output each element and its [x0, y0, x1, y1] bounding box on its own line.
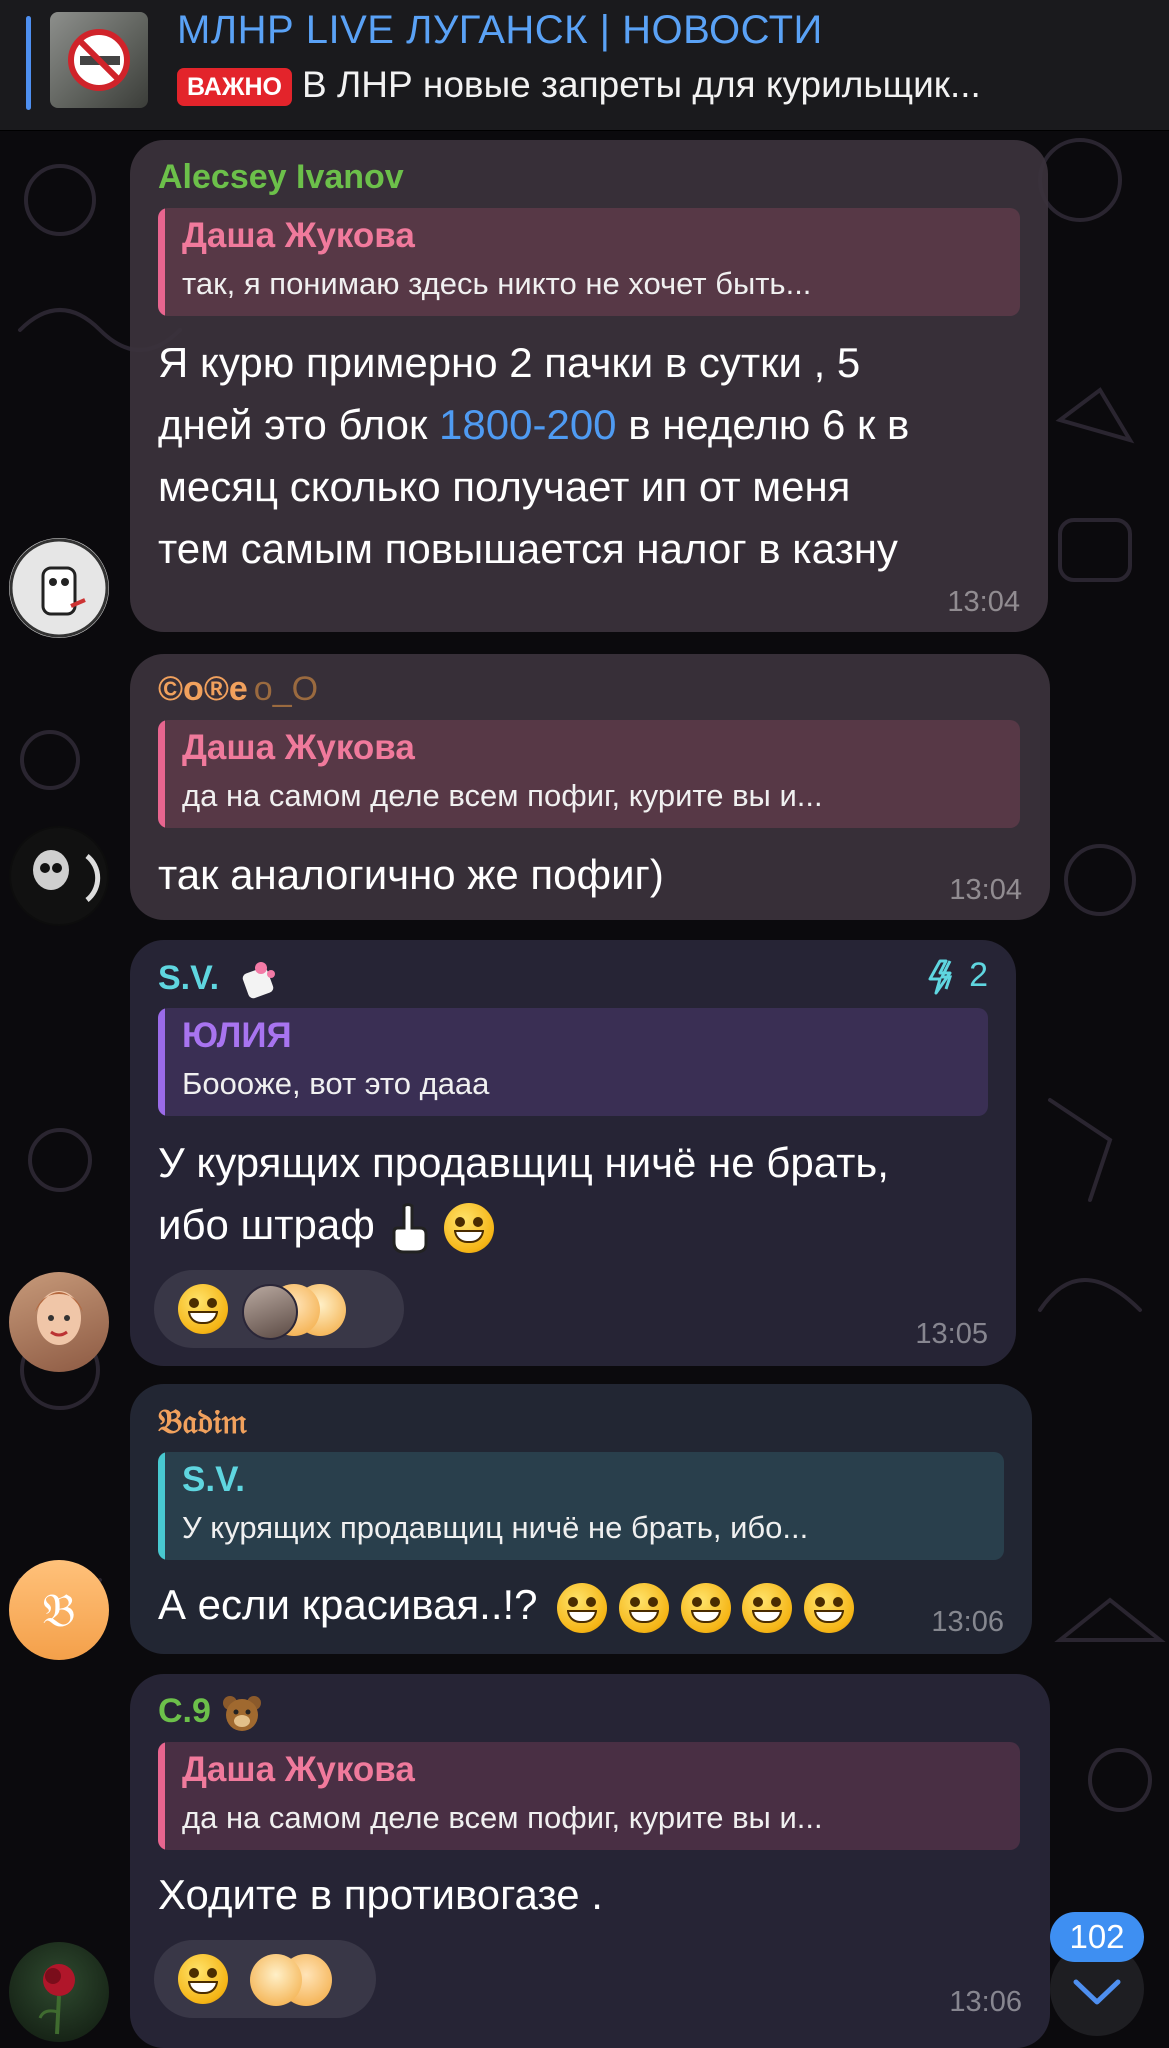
message-text: А если красивая..!? [158, 1574, 854, 1636]
sender-name[interactable]: 𝔅𝔞𝔡𝔦𝔪 [158, 1402, 247, 1442]
message-time: 13:06 [949, 1986, 1022, 2018]
reply-text: да на самом деле всем пофиг, курите вы и… [182, 778, 823, 813]
reply-author: Даша Жукова [182, 1750, 415, 1789]
message-bubble[interactable]: С.9 Даша Жукова да на самом деле всем по… [130, 1674, 1050, 2048]
reply-quote[interactable]: Даша Жукова так, я понимаю здесь никто н… [158, 208, 1020, 316]
avatar[interactable] [9, 1942, 109, 2042]
important-badge: ВАЖНО [177, 68, 292, 106]
pinned-message-bar[interactable]: МЛНР LIVE ЛУГАНСК | НОВОСТИ ВАЖНО В ЛНР … [0, 0, 1169, 131]
message-bubble[interactable]: Alecsey Ivanov Даша Жукова так, я понима… [130, 140, 1048, 632]
message-text: У курящих продавщиц ничё не брать, ибо ш… [158, 1132, 998, 1256]
avatar[interactable]: 𝔅 [9, 1560, 109, 1660]
reply-author: Юлия [182, 1016, 292, 1055]
pinned-thumbnail [50, 12, 148, 108]
reply-quote[interactable]: Юлия Бoooже, вот это дааа [158, 1008, 988, 1116]
message-bubble[interactable]: ©o®e o_O Даша Жукова да на самом деле все… [130, 654, 1050, 920]
unread-count-badge: 102 [1050, 1912, 1144, 1962]
message-time: 13:05 [915, 1318, 988, 1350]
grin-emoji-icon [178, 1284, 228, 1334]
grin-emoji-icon [444, 1202, 495, 1253]
boost-indicator: 2 [926, 956, 988, 995]
reply-text: Бoooже, вот это дааа [182, 1066, 490, 1101]
reaction-pill[interactable] [154, 1270, 404, 1348]
message-bubble[interactable]: 𝔅𝔞𝔡𝔦𝔪 S.V. У курящих продавщиц ничё не б… [130, 1384, 1032, 1654]
rofl-emoji-icon [618, 1582, 669, 1633]
reply-text: так, я понимаю здесь никто не хочет быть… [182, 266, 812, 301]
reply-author: Даша Жукова [182, 216, 415, 255]
reply-author: Даша Жукова [182, 728, 415, 767]
sender-name[interactable]: ©o®e o_O [158, 670, 318, 709]
reply-quote[interactable]: S.V. У курящих продавщиц ничё не брать, … [158, 1452, 1004, 1560]
message-time: 13:04 [947, 586, 1020, 618]
pinned-channel-title: МЛНР LIVE ЛУГАНСК | НОВОСТИ [177, 8, 823, 52]
message-text: так аналогично же пофиг) [158, 851, 664, 898]
bear-emoji-icon [223, 1696, 262, 1732]
boost-lightning-icon [928, 959, 952, 995]
avatar[interactable] [9, 826, 109, 926]
sender-name[interactable]: С.9 [158, 1692, 264, 1733]
avatar[interactable] [9, 538, 109, 638]
grin-emoji-icon [178, 1954, 228, 2004]
sender-emoji-status-icon [242, 962, 275, 999]
reactor-avatar [242, 1284, 298, 1340]
phone-link[interactable]: 1800-200 [439, 401, 617, 448]
reply-quote[interactable]: Даша Жукова да на самом деле всем пофиг,… [158, 1742, 1020, 1850]
message-bubble[interactable]: S.V. 2 Юлия Бoooже, вот это дааа У курящ… [130, 940, 1016, 1366]
reactor-avatar [250, 1954, 302, 2006]
boost-count: 2 [969, 956, 988, 994]
message-time: 13:04 [949, 874, 1022, 906]
sender-name[interactable]: S.V. [158, 958, 281, 1002]
reply-quote[interactable]: Даша Жукова да на самом деле всем пофиг,… [158, 720, 1020, 828]
rofl-emoji-icon [557, 1582, 608, 1633]
reply-author: S.V. [182, 1460, 245, 1499]
avatar[interactable] [9, 1272, 109, 1372]
pinned-indicator-bar [26, 16, 31, 110]
message-text: Ходите в противогазе . [158, 1871, 603, 1918]
message-text: Я курю примерно 2 пачки в сутки , 5 дней… [158, 339, 910, 572]
finger-emoji-icon [392, 1202, 428, 1254]
message-time: 13:06 [931, 1606, 1004, 1638]
reply-text: да на самом деле всем пофиг, курите вы и… [182, 1800, 823, 1835]
rofl-emoji-icon [742, 1582, 793, 1633]
reaction-pill[interactable] [154, 1940, 376, 2018]
reply-text: У курящих продавщиц ничё не брать, ибо..… [182, 1510, 809, 1545]
sender-name[interactable]: Alecsey Ivanov [158, 158, 404, 197]
pinned-preview-text: В ЛНР новые запреты для курильщик... [302, 64, 981, 105]
rofl-emoji-icon [803, 1582, 854, 1633]
rofl-emoji-icon [680, 1582, 731, 1633]
